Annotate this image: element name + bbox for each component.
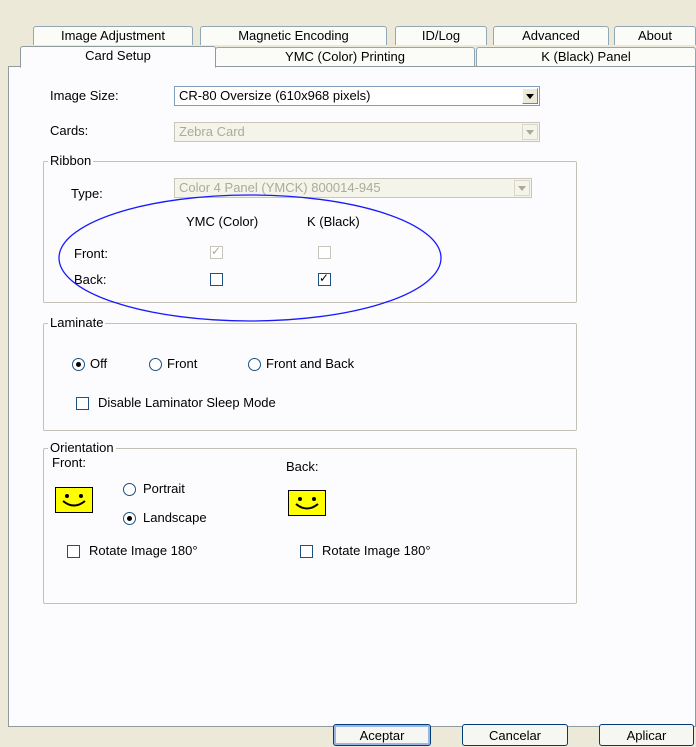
dialog-window: Image Adjustment Magnetic Encoding ID/Lo… [0, 0, 696, 747]
apply-button[interactable]: Aplicar [599, 724, 694, 746]
tab-card-setup[interactable]: Card Setup [20, 46, 216, 68]
annotation-ellipse [58, 194, 442, 322]
cancel-button[interactable]: Cancelar [462, 724, 568, 746]
ok-button[interactable]: Aceptar [333, 724, 431, 746]
